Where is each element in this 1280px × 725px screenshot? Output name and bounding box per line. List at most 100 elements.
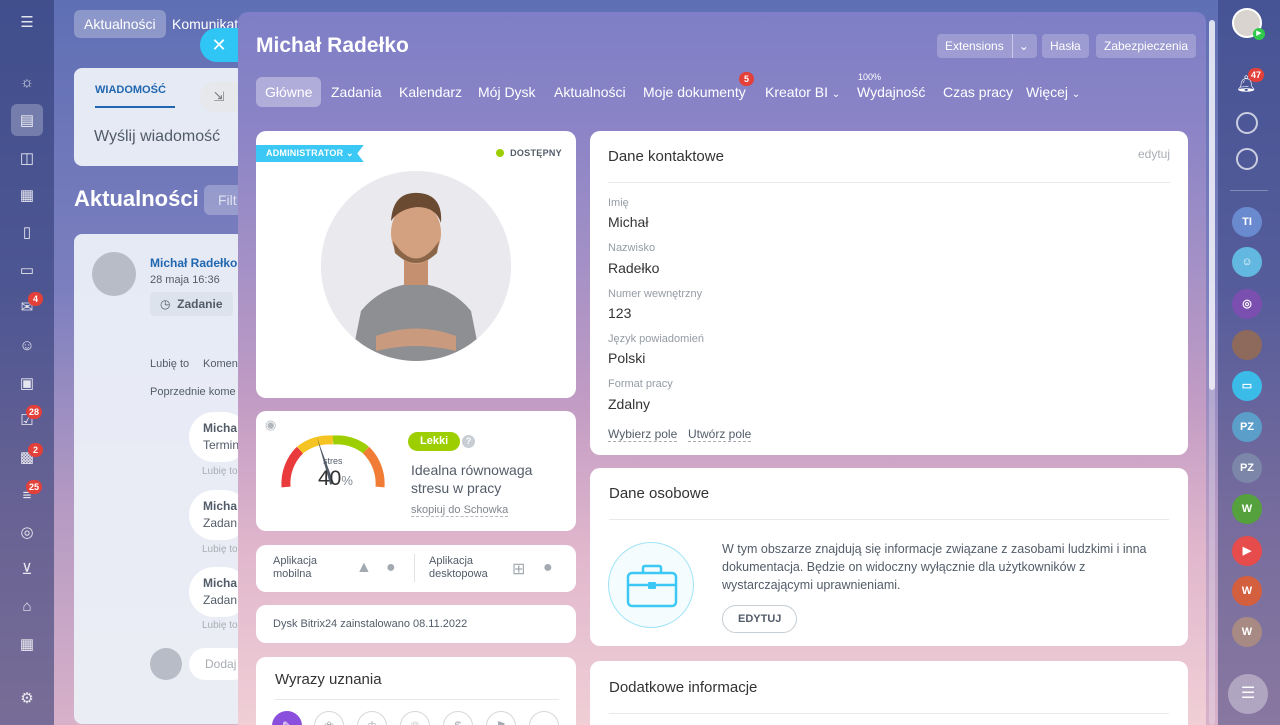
settings-icon[interactable]: ⚙ <box>15 686 39 710</box>
kudos-more-icon[interactable]: … <box>529 711 559 725</box>
channel-avatar-icon[interactable]: ◎ <box>1232 289 1262 319</box>
field-value: Radełko <box>608 260 660 276</box>
tab-calendar[interactable]: Kalendarz <box>390 77 471 107</box>
previous-comments-link[interactable]: Poprzednie kome <box>150 386 236 398</box>
tab-efficiency[interactable]: Wydajność <box>848 77 934 107</box>
role-tag[interactable]: ADMINISTRATOR ⌄ <box>256 145 364 162</box>
comment-author[interactable]: Micha <box>203 576 237 590</box>
stress-level-chip[interactable]: Lekki <box>408 432 461 451</box>
bank-icon[interactable]: ⌂ <box>15 594 39 618</box>
apple-mobile-icon[interactable]: ● <box>386 559 396 577</box>
tasks-badge: 28 <box>26 405 43 419</box>
profile-photo[interactable] <box>321 171 511 361</box>
compose-input[interactable]: Wyślij wiadomość <box>94 128 220 146</box>
post-author-avatar[interactable] <box>92 252 136 296</box>
photo-avatar[interactable] <box>1232 330 1262 360</box>
feed-icon[interactable]: ▤ <box>11 104 43 136</box>
minimize-slider-button[interactable]: ⇲ <box>200 82 238 112</box>
group-icon[interactable]: ☺ <box>15 333 39 357</box>
comment-text: Termin <box>203 438 240 452</box>
right-sidebar: ▶ 🔔︎ 47 TI ☺ ◎ ▭ PZ PZ W ▶ W W ☰ <box>1218 0 1280 725</box>
drive-icon[interactable]: ▭ <box>15 258 39 282</box>
kudos-flag-icon[interactable]: ⚑ <box>486 711 516 725</box>
copy-to-clipboard-link[interactable]: skopiuj do Schowka <box>411 504 509 517</box>
passwords-button[interactable]: Hasła <box>1042 34 1089 58</box>
post-author[interactable]: Michał Radełko <box>150 256 237 270</box>
tab-my-drive[interactable]: Mój Dysk <box>469 77 545 107</box>
tab-tasks[interactable]: Zadania <box>322 77 391 107</box>
comment-author[interactable]: Micha <box>203 499 237 513</box>
video-icon[interactable]: ▣ <box>15 371 39 395</box>
kudos-add-icon[interactable]: ✎ <box>272 711 302 725</box>
pulse-icon[interactable]: ☼ <box>15 70 39 94</box>
edit-personal-button[interactable]: EDYTUJ <box>722 605 798 633</box>
tab-work-time[interactable]: Czas pracy <box>934 77 1022 107</box>
profile-slider: Michał Radełko Extensions ⌄ Hasła Zabezpi… <box>238 12 1206 725</box>
chat-list-button[interactable]: ☰ <box>1228 674 1268 714</box>
profile-photo-card: ADMINISTRATOR ⌄ DOSTĘPNY <box>256 131 576 398</box>
extensions-button[interactable]: Extensions ⌄ <box>937 34 1037 58</box>
mobile-app-label: Aplikacja mobilna <box>273 555 318 580</box>
feed-title: Aktualności <box>74 186 199 211</box>
close-slider-button[interactable]: ✕ <box>200 28 238 62</box>
at-icon[interactable] <box>1236 112 1258 134</box>
post-date[interactable]: 28 maja 16:36 <box>150 274 220 286</box>
chat-avatar[interactable]: TI <box>1232 207 1262 237</box>
file-icon[interactable]: ▯ <box>15 220 39 244</box>
role-label: ADMINISTRATOR <box>266 148 344 158</box>
tab-my-documents[interactable]: Moje dokumenty <box>634 77 755 107</box>
search-icon[interactable] <box>1236 148 1258 170</box>
clock-icon: ◷ <box>160 297 171 311</box>
video-call-avatar-icon[interactable]: ▶ <box>1232 536 1262 566</box>
personal-data-description: W tym obszarze znajdują się informacje z… <box>722 542 1147 592</box>
kudos-cup-icon[interactable]: ♕ <box>400 711 430 725</box>
personal-data-title: Dane osobowe <box>609 485 710 502</box>
feed-tab-news[interactable]: Aktualności <box>74 10 166 38</box>
schedule-icon[interactable]: ▦ <box>15 632 39 656</box>
chat-avatar[interactable]: W <box>1232 576 1262 606</box>
chat-avatar[interactable]: PZ <box>1232 453 1262 483</box>
mail-badge: 4 <box>28 292 43 306</box>
tab-news[interactable]: Aktualności <box>545 77 635 107</box>
choose-field-link[interactable]: Wybierz pole <box>608 427 678 442</box>
group-avatar-icon[interactable]: ☺ <box>1232 247 1262 277</box>
tab-more[interactable]: Więcej ⌄ <box>1017 77 1089 107</box>
chat-avatar[interactable]: W <box>1232 617 1262 647</box>
eye-icon[interactable]: ◉ <box>265 417 276 433</box>
comment-like[interactable]: Lubię to <box>202 544 238 555</box>
help-icon[interactable]: ? <box>462 435 475 448</box>
windows-icon[interactable]: ⊞ <box>512 559 525 579</box>
chat-avatar[interactable]: PZ <box>1232 412 1262 442</box>
tab-main[interactable]: Główne <box>256 77 322 107</box>
slider-scrollbar[interactable] <box>1209 20 1215 725</box>
cart-icon[interactable]: ⊻ <box>15 557 39 581</box>
comment-author[interactable]: Micha <box>203 421 237 435</box>
stress-unit: % <box>341 473 353 488</box>
kudos-crown-icon[interactable]: ♔ <box>357 711 387 725</box>
create-field-link[interactable]: Utwórz pole <box>688 427 752 442</box>
personal-data-card: Dane osobowe W tym obszarze znajdują się… <box>590 468 1188 646</box>
comment-like[interactable]: Lubię to <box>202 466 238 477</box>
kudos-gift-icon[interactable]: ❀ <box>314 711 344 725</box>
stress-label: stres <box>323 456 343 466</box>
post-task-tag[interactable]: ◷ Zadanie <box>150 292 233 316</box>
contact-edit-link[interactable]: edytuj <box>1138 147 1170 161</box>
extensions-label: Extensions <box>945 39 1004 53</box>
kudos-money-icon[interactable]: $ <box>443 711 473 725</box>
tab-bi-builder[interactable]: Kreator BI ⌄ <box>756 77 849 107</box>
chat-icon[interactable]: ◫ <box>15 146 39 170</box>
android-icon[interactable]: ▲ <box>356 559 372 577</box>
compose-tab[interactable]: WIADOMOŚĆ <box>95 84 166 96</box>
like-action[interactable]: Lubię to <box>150 358 189 370</box>
apple-desktop-icon[interactable]: ● <box>543 559 553 577</box>
comment-like[interactable]: Lubię to <box>202 620 238 631</box>
security-button[interactable]: Zabezpieczenia <box>1096 34 1197 58</box>
scrollbar-thumb[interactable] <box>1209 20 1215 390</box>
target-icon[interactable]: ◎ <box>15 520 39 544</box>
menu-icon[interactable]: ☰ <box>15 10 39 34</box>
comment-action[interactable]: Komen <box>203 358 238 370</box>
chat-bubble-avatar-icon[interactable]: ▭ <box>1232 371 1262 401</box>
chevron-down-icon[interactable]: ⌄ <box>1011 34 1029 58</box>
calendar-icon[interactable]: ▦ <box>15 183 39 207</box>
chat-avatar[interactable]: W <box>1232 494 1262 524</box>
